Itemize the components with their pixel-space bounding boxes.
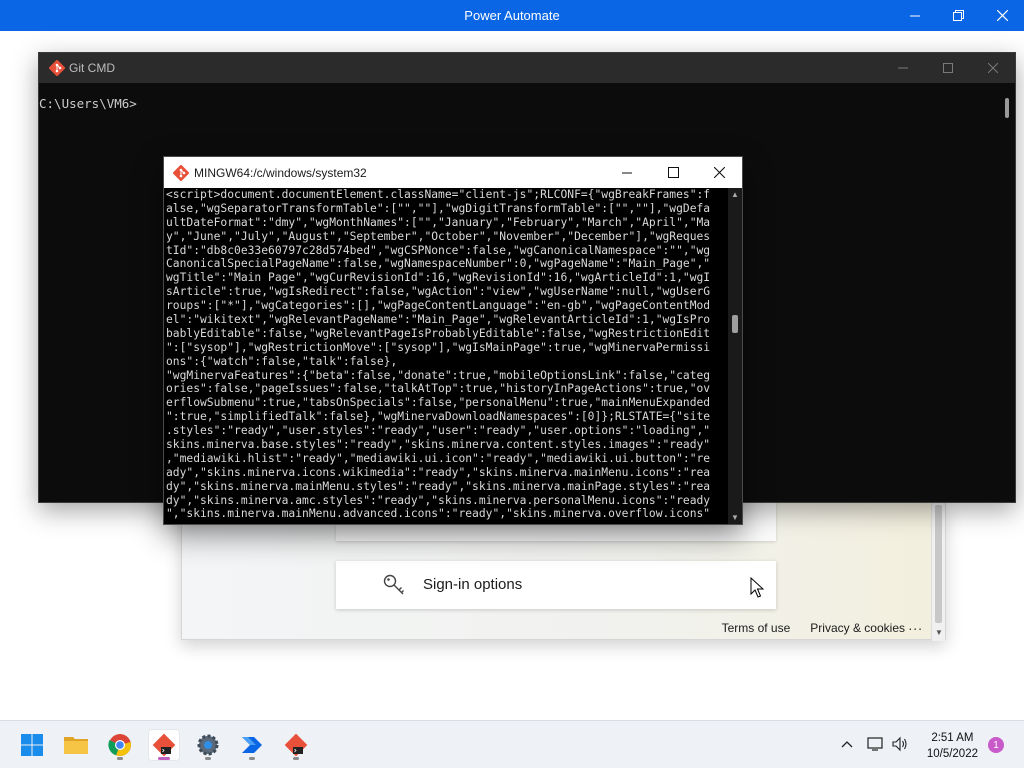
minimize-icon	[897, 67, 908, 69]
mingw64-minimize-button[interactable]	[604, 157, 650, 188]
scroll-up-icon[interactable]: ▲	[731, 190, 739, 199]
gear-icon	[197, 734, 219, 756]
git-icon	[152, 733, 176, 757]
taskbar-git-bash[interactable]	[148, 729, 180, 761]
close-icon	[987, 63, 998, 73]
git-cmd-titlebar[interactable]: Git CMD	[39, 53, 1015, 83]
git-icon	[173, 165, 189, 181]
taskbar-power-automate[interactable]	[236, 729, 268, 761]
maximize-icon	[942, 63, 953, 73]
terminal-line: tId":"db8c0e33e60797c28d574bed","wgCSPNo…	[166, 243, 711, 257]
pa-minimize-button[interactable]	[892, 0, 938, 31]
terminal-line: erflowSubmenu":true,"tabsOnSpecials":fal…	[166, 396, 711, 410]
mingw64-titlebar[interactable]: MINGW64:/c/windows/system32	[164, 157, 742, 188]
terms-of-use-link[interactable]: Terms of use	[722, 621, 791, 635]
power-automate-titlebar[interactable]: Power Automate	[0, 0, 1024, 31]
clock-time: 2:51 AM	[931, 732, 974, 744]
power-automate-icon	[242, 737, 262, 753]
network-button[interactable]	[864, 733, 886, 755]
terminal-line: ,"mediawiki.hlist":"ready","mediawiki.ui…	[166, 451, 711, 465]
taskbar-file-explorer[interactable]	[60, 729, 92, 761]
mingw64-close-button[interactable]	[696, 157, 742, 188]
minimize-icon	[910, 15, 920, 16]
privacy-cookies-link[interactable]: Privacy & cookies	[810, 621, 905, 635]
clock-date: 10/5/2022	[926, 748, 978, 760]
pa-restore-button[interactable]	[935, 0, 981, 31]
git-icon	[49, 60, 65, 76]
git-cmd-title: Git CMD	[69, 61, 115, 75]
terminal-line: ady","skins.minerva.icons.wikimedia":"re…	[166, 465, 711, 479]
start-button[interactable]	[16, 729, 48, 761]
git-icon	[284, 733, 308, 757]
show-hidden-icons-button[interactable]	[836, 733, 858, 755]
close-icon	[996, 10, 1008, 21]
git-cmd-scrollbar[interactable]	[1005, 98, 1009, 118]
terminal-line: CanonicalSpecialPageName":false,"wgNames…	[166, 257, 711, 271]
taskbar: 2:51 AM 10/5/2022 1	[0, 720, 1024, 768]
mingw64-window[interactable]: MINGW64:/c/windows/system32 <script>docu…	[163, 156, 743, 525]
git-cmd-minimize-button[interactable]	[880, 53, 925, 83]
signin-scrollbar[interactable]: ▼	[931, 501, 945, 641]
taskbar-chrome[interactable]	[104, 729, 136, 761]
running-indicator	[117, 757, 123, 760]
terminal-line: dy","skins.minerva.mainMenu.styles":"rea…	[166, 479, 711, 493]
chrome-icon	[108, 734, 131, 757]
mouse-cursor-icon	[750, 577, 764, 598]
running-indicator	[205, 757, 211, 760]
terminal-line: ons":{"watch":false,"talk":false},	[166, 354, 398, 368]
git-cmd-maximize-button[interactable]	[925, 53, 970, 83]
terminal-line: ":true,"simplifiedTalk":false},"wgMinerv…	[166, 410, 711, 424]
minimize-icon	[622, 172, 632, 173]
terminal-line: ","skins.minerva.mainMenu.advanced.icons…	[166, 507, 711, 521]
mingw64-terminal-output[interactable]: <script>document.documentElement.classNa…	[166, 188, 730, 524]
terminal-line: roups":["*"],"wgCategories":[],"wgPageCo…	[166, 299, 711, 313]
mingw64-scroll-thumb[interactable]	[732, 315, 738, 333]
power-automate-title: Power Automate	[464, 8, 560, 23]
terminal-line: bablyEditable":false,"wgRelevantPageIsPr…	[166, 326, 711, 340]
signin-options-button[interactable]: Sign-in options	[336, 561, 776, 609]
terminal-line: alse,"wgSeparatorTransformTable":["",""]…	[166, 201, 711, 215]
scroll-down-icon[interactable]: ▼	[731, 513, 739, 522]
running-indicator	[293, 757, 299, 760]
git-cmd-prompt[interactable]: C:\Users\VM6>	[39, 96, 137, 111]
taskbar-settings[interactable]	[192, 729, 224, 761]
mingw64-title: MINGW64:/c/windows/system32	[194, 166, 367, 180]
close-icon	[713, 167, 725, 178]
pa-close-button[interactable]	[979, 0, 1024, 31]
signin-options-label: Sign-in options	[423, 576, 523, 593]
git-cmd-close-button[interactable]	[970, 53, 1015, 83]
restore-icon	[952, 10, 964, 21]
terminal-line: wgTitle":"Main Page","wgCurRevisionId":1…	[166, 271, 711, 285]
terminal-line: ories":false,"pageIssues":false,"talkAtT…	[166, 382, 711, 396]
network-icon	[867, 737, 883, 751]
windows-start-icon	[21, 734, 43, 756]
taskbar-git-cmd[interactable]	[280, 729, 312, 761]
key-icon	[383, 574, 404, 595]
chevron-up-icon	[841, 741, 853, 748]
terminal-line: skins.minerva.base.styles":"ready","skin…	[166, 438, 711, 452]
speaker-icon	[892, 736, 907, 752]
terminal-line: dy","skins.minerva.amc.styles":"ready","…	[166, 493, 711, 507]
terminal-line: y","June","July","August","September","O…	[166, 229, 711, 243]
scroll-down-icon[interactable]: ▼	[935, 628, 943, 637]
mingw64-maximize-button[interactable]	[650, 157, 696, 188]
terminal-line: sArticle":true,"wgIsRedirect":false,"wgA…	[166, 285, 711, 299]
signin-footer: Terms of use Privacy & cookies	[722, 621, 905, 635]
running-indicator	[249, 757, 255, 760]
volume-button[interactable]	[889, 733, 911, 755]
folder-icon	[64, 737, 88, 754]
terminal-line: .styles":"ready","user.styles":"ready","…	[166, 424, 711, 438]
maximize-icon	[667, 167, 679, 178]
notification-badge[interactable]: 1	[988, 737, 1004, 753]
terminal-line: <script>document.documentElement.classNa…	[166, 188, 711, 201]
active-indicator	[158, 757, 170, 760]
more-options-button[interactable]: ...	[908, 617, 923, 633]
terminal-line: ":["sysop"],"wgRestrictionMove":["sysop"…	[166, 340, 711, 354]
terminal-line: ultDateFormat":"dmy","wgMonthNames":["",…	[166, 215, 711, 229]
terminal-line: el":"wikitext","wgRelevantPageName":"Mai…	[166, 313, 711, 327]
signin-scroll-thumb[interactable]	[935, 505, 942, 623]
mingw64-scrollbar[interactable]: ▲ ▼	[728, 188, 742, 524]
taskbar-clock[interactable]: 2:51 AM 10/5/2022	[927, 730, 978, 762]
terminal-line: "wgMinervaFeatures":{"beta":false,"donat…	[166, 368, 711, 382]
